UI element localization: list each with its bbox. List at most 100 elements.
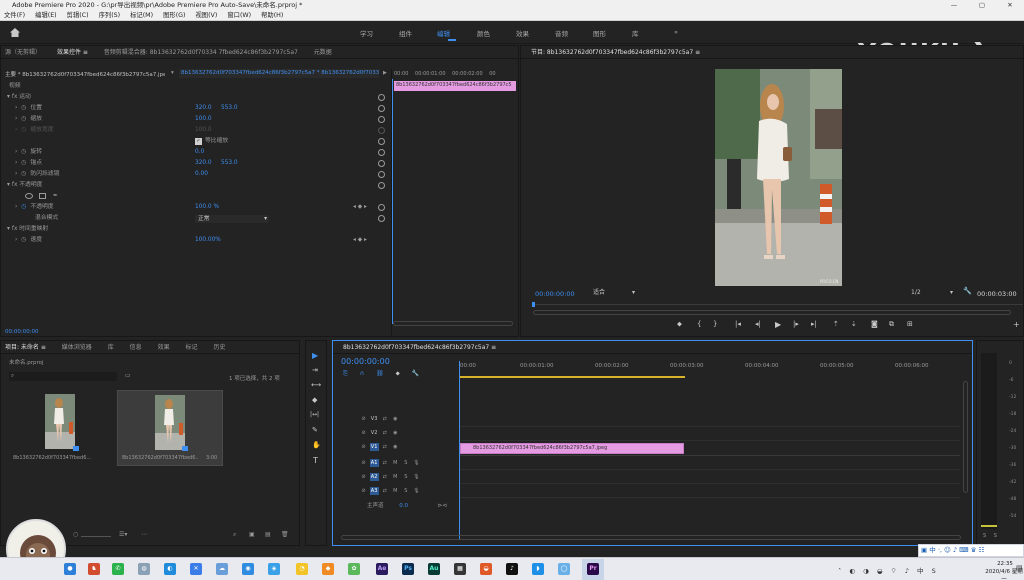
workspace-assembly[interactable]: 组件: [399, 28, 412, 38]
solo-button[interactable]: S: [401, 487, 410, 495]
solo-button[interactable]: S: [401, 459, 410, 467]
maximize-button[interactable]: ▢: [968, 0, 996, 11]
master-track-value[interactable]: 0.0: [399, 503, 408, 509]
ime-mode[interactable]: 中: [929, 546, 936, 554]
wifi-icon[interactable]: ⌔: [891, 567, 897, 575]
work-area-bar[interactable]: [460, 376, 685, 378]
fit-select[interactable]: 适合 ▾: [593, 288, 637, 297]
play-only-icon[interactable]: ▶: [383, 70, 387, 76]
trash-icon[interactable]: 🗑: [281, 531, 289, 538]
ime-tray-icon[interactable]: 中: [917, 567, 924, 575]
track-select-tool-icon[interactable]: ⇥: [312, 366, 318, 374]
nest-toggle-icon[interactable]: ⎘: [343, 370, 348, 377]
menu-help[interactable]: 帮助(H): [261, 12, 283, 19]
sync-lock-icon[interactable]: ⇄: [380, 487, 389, 495]
workspace-libraries[interactable]: 库: [632, 28, 639, 38]
mute-button[interactable]: M: [391, 487, 400, 495]
app-icon[interactable]: ☁: [216, 563, 228, 575]
position-y[interactable]: 553.0: [221, 103, 238, 114]
app-icon[interactable]: ◆: [322, 563, 334, 575]
reset-icon[interactable]: [378, 171, 385, 178]
network-icon[interactable]: ◐: [849, 567, 855, 575]
workspace-editing[interactable]: 编辑: [437, 28, 450, 38]
ime-toolbar[interactable]: ▣ 中 ·, ☺ ♪ ⌨ ♛ ☷: [918, 544, 1024, 557]
solo-button[interactable]: S: [983, 533, 986, 539]
app-icon[interactable]: ♞: [88, 563, 100, 575]
master-clip-path[interactable]: 主要 * 8b13632762d0f703347fbed624c86f3b279…: [5, 70, 165, 78]
app-icon[interactable]: ◒: [480, 563, 492, 575]
zoom-slider-handle-icon[interactable]: ○: [73, 531, 78, 538]
browser-icon[interactable]: ◐: [164, 563, 176, 575]
app-icon[interactable]: ▦: [454, 563, 466, 575]
lock-icon[interactable]: ⊘: [359, 429, 368, 437]
new-bin-icon[interactable]: ▭: [125, 372, 131, 379]
step-forward-icon[interactable]: |▸: [793, 320, 799, 328]
menu-window[interactable]: 窗口(W): [227, 12, 251, 19]
reset-icon[interactable]: [378, 215, 385, 222]
menu-sequence[interactable]: 序列(S): [99, 12, 121, 19]
app-icon[interactable]: ◈: [268, 563, 280, 575]
lock-icon[interactable]: ⊘: [359, 473, 368, 481]
mark-out-icon[interactable]: }: [713, 320, 717, 328]
timeline-clip[interactable]: 8b13632762d0f703347fbed624c86f3b2797c5a7…: [460, 443, 684, 454]
lock-icon[interactable]: ⊘: [359, 443, 368, 451]
lift-icon[interactable]: ⇡: [833, 320, 839, 328]
go-to-in-icon[interactable]: |◂: [735, 320, 741, 328]
workspace-audio[interactable]: 音频: [555, 28, 568, 38]
sync-lock-icon[interactable]: ⇄: [380, 429, 389, 437]
blend-mode-select[interactable]: 正常 ▾: [195, 215, 269, 223]
volume-icon[interactable]: ♪: [905, 567, 909, 575]
tab-metadata[interactable]: 元数据: [314, 49, 332, 56]
program-zoom-scrollbar[interactable]: [533, 310, 1011, 315]
premiere-icon[interactable]: Pr: [587, 563, 599, 575]
keyframe-nav-icon[interactable]: ◂ ◆ ▸: [353, 235, 367, 246]
lock-icon[interactable]: ⊘: [359, 487, 368, 495]
play-button[interactable]: ▶: [775, 320, 781, 329]
clip-path[interactable]: 8b13632762d0f703347fbed624c86f3b2797c5a7…: [179, 69, 379, 78]
tab-source[interactable]: 源（无剪辑）: [5, 49, 41, 56]
menu-graphics[interactable]: 图形(G): [163, 12, 185, 19]
program-playhead[interactable]: [532, 302, 535, 307]
speed-value[interactable]: 100.00%: [195, 235, 221, 246]
workspace-more[interactable]: »: [674, 28, 678, 36]
microphone-icon[interactable]: 🎙: [412, 473, 421, 481]
tab-libraries[interactable]: 库: [108, 344, 114, 351]
sort-icon[interactable]: ☰▾: [119, 531, 127, 538]
comparison-view-icon[interactable]: ⧉: [889, 320, 894, 329]
menu-marker[interactable]: 标记(M): [130, 12, 153, 19]
track-v2-label[interactable]: V2: [370, 429, 379, 437]
vr-toggle-icon[interactable]: ⊞: [907, 320, 913, 328]
microphone-icon[interactable]: 🎙: [412, 459, 421, 467]
ime-keyboard-icon[interactable]: ⌨: [959, 546, 968, 554]
pen-tool-icon[interactable]: ✎: [312, 426, 318, 434]
ripple-edit-tool-icon[interactable]: ⟷: [311, 381, 321, 389]
anchor-x[interactable]: 320.0: [195, 158, 212, 169]
solo-button[interactable]: S: [994, 533, 997, 539]
workspace-learn[interactable]: 学习: [360, 28, 373, 38]
tab-info[interactable]: 信息: [130, 344, 142, 351]
app-icon[interactable]: ◔: [296, 563, 308, 575]
sync-lock-icon[interactable]: ⇄: [380, 415, 389, 423]
reset-icon[interactable]: [378, 149, 385, 156]
tab-program[interactable]: 节目: 8b13632762d0f703347fbed624c86f3b2797…: [531, 49, 700, 56]
timeline-vertical-scrollbar[interactable]: [963, 381, 968, 493]
program-scrubber[interactable]: [533, 304, 1023, 305]
reset-icon[interactable]: [378, 160, 385, 167]
add-button-icon[interactable]: +: [1013, 320, 1020, 329]
mute-button[interactable]: M: [391, 459, 400, 467]
app-icon[interactable]: ◯: [558, 563, 570, 575]
ellipse-mask-icon[interactable]: [25, 193, 33, 199]
sync-lock-icon[interactable]: ⇄: [380, 459, 389, 467]
reset-icon[interactable]: [378, 116, 385, 123]
app-tray-icon[interactable]: ◑: [863, 567, 869, 575]
reset-icon[interactable]: [378, 138, 385, 145]
chevron-down-icon[interactable]: ▾: [1, 182, 10, 188]
mute-button[interactable]: M: [391, 473, 400, 481]
reset-icon[interactable]: [378, 94, 385, 101]
pen-mask-icon[interactable]: ✒: [53, 191, 58, 202]
go-to-icon[interactable]: ⊳⊲: [438, 503, 447, 509]
minimize-button[interactable]: —: [940, 0, 968, 11]
effect-controls-timeline[interactable]: 00:00 00:00:01:00 00:00:02:00 00 8b13632…: [391, 69, 519, 337]
slip-tool-icon[interactable]: |↔|: [310, 411, 319, 418]
track-v1-label[interactable]: V1: [369, 443, 379, 451]
